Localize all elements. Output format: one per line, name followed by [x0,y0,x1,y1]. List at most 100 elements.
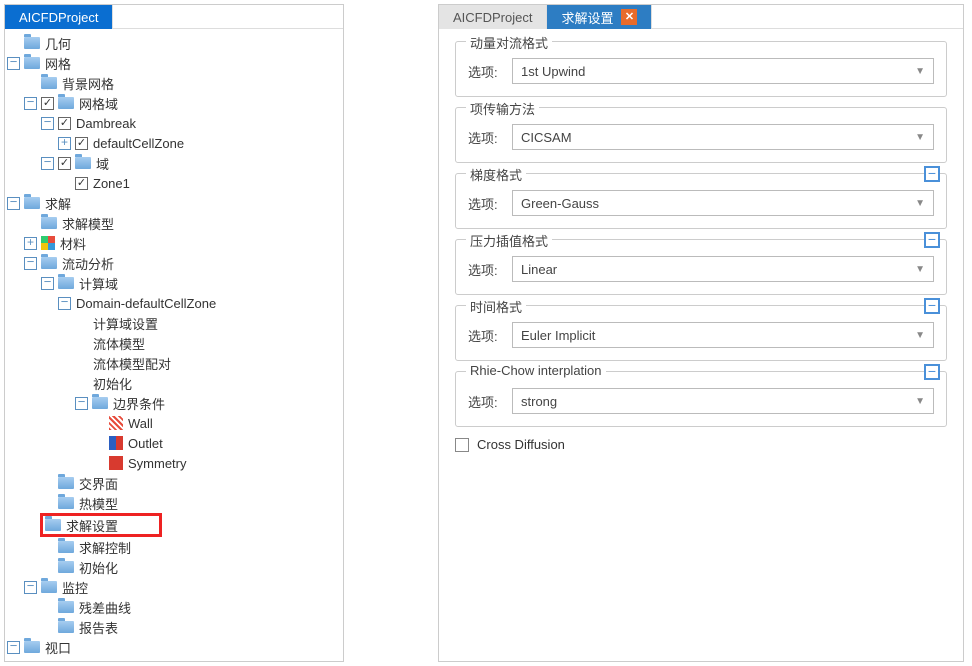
toggle-icon[interactable] [58,137,71,150]
tree-node-calc-domain-settings[interactable]: 计算域设置 [7,313,341,333]
tree-node-solve[interactable]: 求解 [7,193,341,213]
tab-solve-settings[interactable]: 求解设置 ✕ [547,5,652,29]
tree-label: 流体模型配对 [92,354,171,373]
tree-label: Outlet [127,436,163,451]
chevron-down-icon: ▼ [915,198,925,209]
toggle-icon[interactable] [75,397,88,410]
folder-icon [75,157,91,169]
toggle-icon[interactable] [24,97,37,110]
group-rhiechow: Rhie-Chow interplation 选项: strong ▼ [455,371,947,427]
chevron-down-icon: ▼ [915,396,925,407]
tree-node-init2[interactable]: 初始化 [7,557,341,577]
tree-node-solve-control[interactable]: 求解控制 [7,537,341,557]
tree-node-bg-mesh[interactable]: 背景网格 [7,73,341,93]
group-title: 时间格式 [466,297,526,316]
tree-node-defaultcellzone[interactable]: defaultCellZone [7,133,341,153]
option-label: 选项: [468,62,504,81]
checkbox[interactable] [75,177,88,190]
close-icon[interactable]: ✕ [621,9,637,25]
tab-project[interactable]: AICFDProject [5,5,113,29]
toggle-icon[interactable] [7,197,20,210]
tree-label: 材料 [59,234,86,253]
chevron-down-icon: ▼ [915,132,925,143]
symmetry-icon [109,456,123,470]
tree-node-zone1[interactable]: Zone1 [7,173,341,193]
chevron-down-icon: ▼ [915,264,925,275]
folder-icon [41,581,57,593]
checkbox[interactable] [41,97,54,110]
folder-icon [58,601,74,613]
select-pressure[interactable]: Linear ▼ [512,256,934,282]
toggle-icon[interactable] [58,297,71,310]
select-value: strong [521,394,557,409]
folder-icon [58,621,74,633]
collapse-button[interactable] [924,364,940,380]
outlet-icon [109,436,123,450]
toggle-icon[interactable] [7,641,20,654]
option-label: 选项: [468,260,504,279]
tree-node-mesh[interactable]: 网格 [7,53,341,73]
select-momentum[interactable]: 1st Upwind ▼ [512,58,934,84]
folder-icon [24,641,40,653]
folder-icon [41,257,57,269]
tree-node-dambreak[interactable]: Dambreak [7,113,341,133]
toggle-icon[interactable] [41,157,54,170]
tree-node-calc-domain[interactable]: 计算域 [7,273,341,293]
select-time[interactable]: Euler Implicit ▼ [512,322,934,348]
option-label: 选项: [468,128,504,147]
tree-label: Dambreak [75,116,136,131]
tree-label: 初始化 [78,558,118,577]
tree-node-report[interactable]: 报告表 [7,617,341,637]
tree-node-flow-analysis[interactable]: 流动分析 [7,253,341,273]
tree-node-domain[interactable]: 域 [7,153,341,173]
checkbox[interactable] [58,157,71,170]
tree-node-outlet[interactable]: Outlet [7,433,341,453]
collapse-button[interactable] [924,232,940,248]
checkbox[interactable] [58,117,71,130]
toggle-icon[interactable] [24,581,37,594]
tree-node-mesh-domain[interactable]: 网格域 [7,93,341,113]
tree-label: defaultCellZone [92,136,184,151]
cross-diffusion-row[interactable]: Cross Diffusion [439,437,963,452]
tree-node-geometry[interactable]: 几何 [7,33,341,53]
tree-node-fluid-model-pair[interactable]: 流体模型配对 [7,353,341,373]
toggle-icon[interactable] [41,117,54,130]
select-transfer[interactable]: CICSAM ▼ [512,124,934,150]
tree-node-solve-settings[interactable]: 求解设置 [40,513,162,537]
tab-project-right[interactable]: AICFDProject [439,5,547,29]
tree-node-viewport[interactable]: 视口 [7,637,341,657]
folder-icon [24,57,40,69]
option-label: 选项: [468,194,504,213]
tree-node-domain-dcz[interactable]: Domain-defaultCellZone [7,293,341,313]
tree-node-thermal-model[interactable]: 热模型 [7,493,341,513]
select-rhiechow[interactable]: strong ▼ [512,388,934,414]
tree-node-fluid-model[interactable]: 流体模型 [7,333,341,353]
tree-node-solve-model[interactable]: 求解模型 [7,213,341,233]
tree-node-interface[interactable]: 交界面 [7,473,341,493]
tree-node-bc[interactable]: 边界条件 [7,393,341,413]
toggle-icon[interactable] [24,237,37,250]
checkbox[interactable] [75,137,88,150]
folder-icon [58,541,74,553]
tree-label: 监控 [61,578,88,597]
toggle-icon[interactable] [7,57,20,70]
collapse-button[interactable] [924,166,940,182]
collapse-button[interactable] [924,298,940,314]
tree-label: 求解 [44,194,71,213]
tree-label: 求解模型 [61,214,114,233]
tree-node-resid[interactable]: 残差曲线 [7,597,341,617]
tree-node-symmetry[interactable]: Symmetry [7,453,341,473]
tree-node-monitor[interactable]: 监控 [7,577,341,597]
toggle-icon[interactable] [41,277,54,290]
tree-label: 交界面 [78,474,118,493]
folder-icon [58,477,74,489]
select-value: Euler Implicit [521,328,595,343]
tree-node-wall[interactable]: Wall [7,413,341,433]
option-label: 选项: [468,392,504,411]
toggle-icon[interactable] [24,257,37,270]
tree-node-init[interactable]: 初始化 [7,373,341,393]
project-tree: 几何 网格 背景网格 网格域 [5,29,343,661]
checkbox-cross-diffusion[interactable] [455,438,469,452]
select-gradient[interactable]: Green-Gauss ▼ [512,190,934,216]
tree-node-material[interactable]: 材料 [7,233,341,253]
